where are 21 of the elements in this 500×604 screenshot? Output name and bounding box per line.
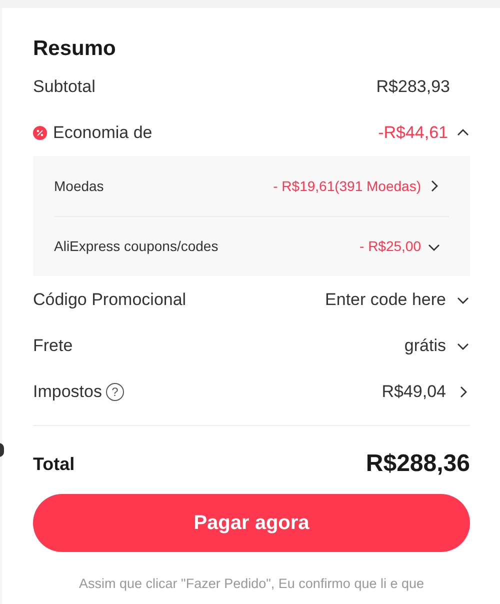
total-value: R$288,36 xyxy=(366,449,470,479)
row-value: grátis xyxy=(404,335,446,358)
total-label: Total xyxy=(33,452,75,476)
pay-button[interactable]: Pagar agora xyxy=(33,494,470,552)
discount-icon xyxy=(33,126,47,140)
row-label: Código Promocional xyxy=(33,289,186,312)
help-icon[interactable]: ? xyxy=(106,383,124,401)
row-value: R$283,93 xyxy=(376,76,450,98)
row-label: Impostos xyxy=(33,381,102,404)
row-value: R$49,04 xyxy=(382,381,446,404)
row-label: Economia de xyxy=(53,122,152,144)
row-value: Enter code here xyxy=(325,289,446,312)
summary-title: Resumo xyxy=(33,36,117,62)
discount-label: AliExpress coupons/codes xyxy=(54,237,218,256)
row-label: Frete xyxy=(33,335,73,358)
discount-value: - R$19,61(391 Moedas) xyxy=(273,176,421,196)
discount-label: Moedas xyxy=(54,176,104,196)
terms-text: Assim que clicar "Fazer Pedido", Eu confirmo que li e que xyxy=(78,575,425,593)
row-label: Subtotal xyxy=(33,76,96,98)
discount-value: - R$25,00 xyxy=(360,237,421,256)
discount-value: -R$44,61 xyxy=(378,122,448,144)
